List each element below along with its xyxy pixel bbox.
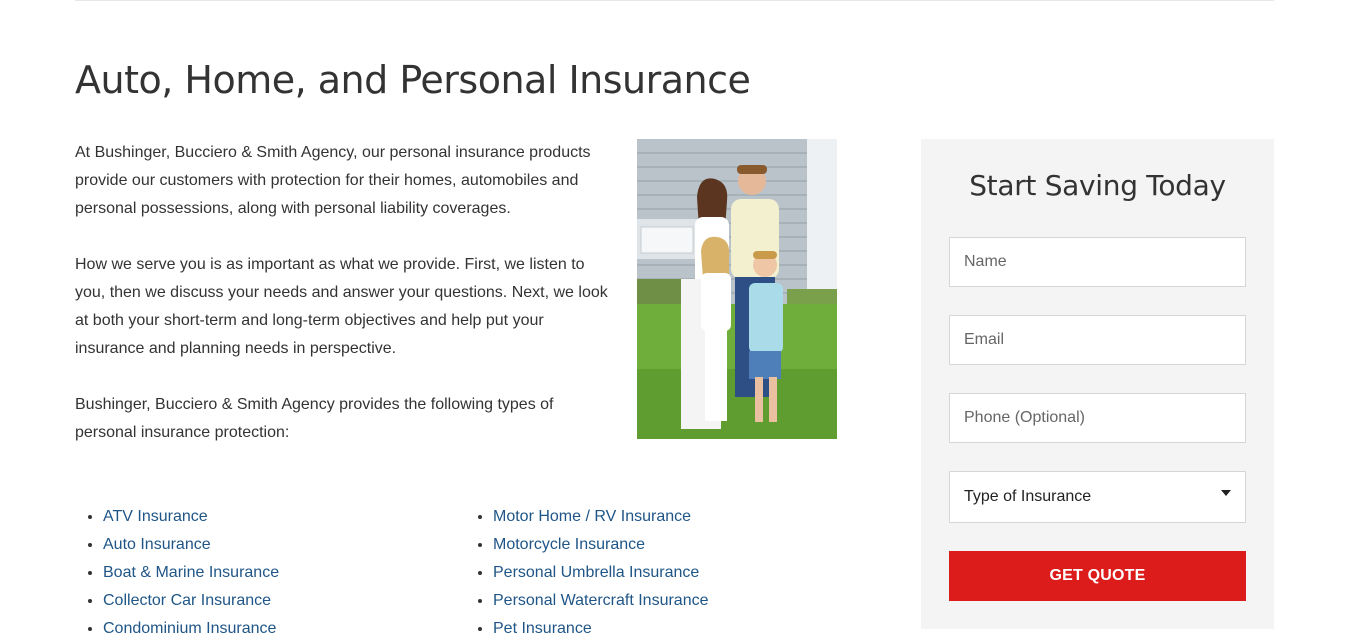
insurance-link-personal-watercraft[interactable]: Personal Watercraft Insurance	[493, 592, 709, 609]
list-item: Auto Insurance	[103, 531, 465, 559]
insurance-link-collector-car[interactable]: Collector Car Insurance	[103, 592, 271, 609]
insurance-type-select-value: Type of Insurance	[964, 488, 1092, 505]
quote-form-panel: Start Saving Today Type of Insurance GET…	[921, 139, 1274, 629]
list-item: Collector Car Insurance	[103, 587, 465, 615]
insurance-link-motorcycle[interactable]: Motorcycle Insurance	[493, 536, 645, 553]
insurance-link-personal-umbrella[interactable]: Personal Umbrella Insurance	[493, 564, 699, 581]
phone-input[interactable]	[949, 393, 1246, 443]
list-item: ATV Insurance	[103, 503, 465, 531]
insurance-list-column-2: Motor Home / RV Insurance Motorcycle Ins…	[465, 503, 709, 643]
email-input[interactable]	[949, 315, 1246, 365]
list-item: Motorcycle Insurance	[493, 531, 709, 559]
insurance-link-atv[interactable]: ATV Insurance	[103, 508, 208, 525]
list-item: Boat & Marine Insurance	[103, 559, 465, 587]
insurance-link-auto[interactable]: Auto Insurance	[103, 536, 211, 553]
top-divider	[75, 0, 1274, 1]
intro-paragraph: At Bushinger, Bucciero & Smith Agency, o…	[75, 144, 591, 217]
insurance-types-lists: ATV Insurance Auto Insurance Boat & Mari…	[75, 503, 875, 643]
quote-form-heading: Start Saving Today	[969, 169, 1226, 202]
family-photo	[637, 139, 837, 439]
chevron-down-icon	[1221, 490, 1231, 496]
list-item: Personal Watercraft Insurance	[493, 587, 709, 615]
intro-paragraph: Bushinger, Bucciero & Smith Agency provi…	[75, 396, 554, 441]
insurance-type-select[interactable]: Type of Insurance	[949, 471, 1246, 523]
insurance-link-condominium[interactable]: Condominium Insurance	[103, 620, 276, 637]
intro-paragraph: How we serve you is as important as what…	[75, 256, 608, 357]
list-item: Personal Umbrella Insurance	[493, 559, 709, 587]
insurance-list-column-1: ATV Insurance Auto Insurance Boat & Mari…	[75, 503, 465, 643]
insurance-link-motor-home-rv[interactable]: Motor Home / RV Insurance	[493, 508, 691, 525]
list-item: Motor Home / RV Insurance	[493, 503, 709, 531]
intro-text: At Bushinger, Bucciero & Smith Agency, o…	[75, 139, 615, 475]
insurance-link-pet[interactable]: Pet Insurance	[493, 620, 592, 637]
get-quote-button[interactable]: GET QUOTE	[949, 551, 1246, 601]
page-title: Auto, Home, and Personal Insurance	[75, 58, 751, 102]
name-input[interactable]	[949, 237, 1246, 287]
insurance-link-boat-marine[interactable]: Boat & Marine Insurance	[103, 564, 279, 581]
